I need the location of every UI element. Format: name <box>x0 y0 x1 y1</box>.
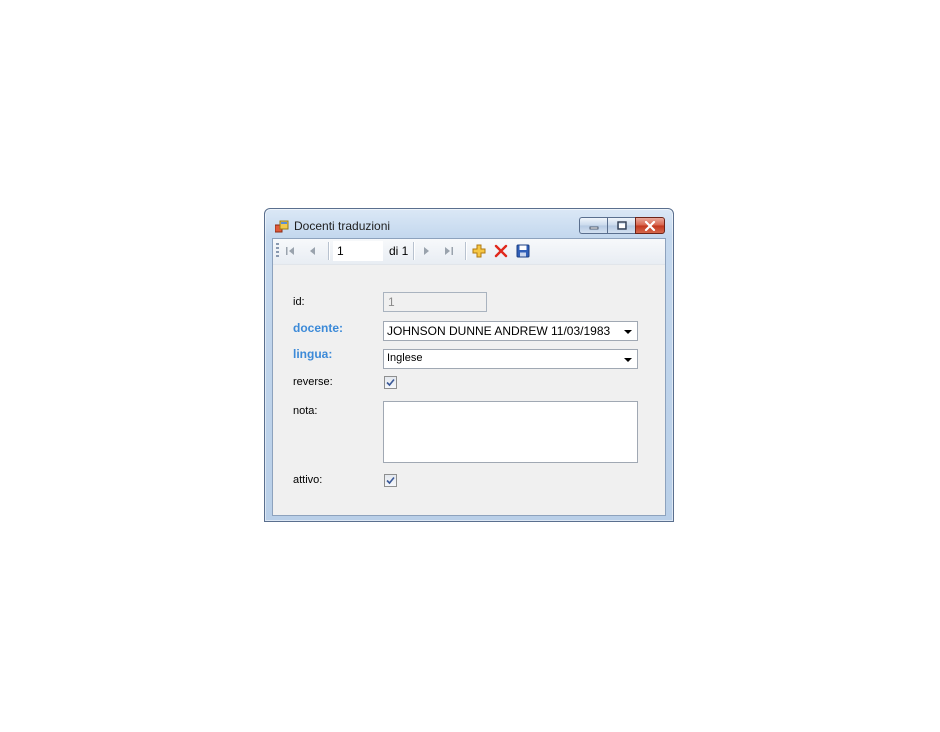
move-previous-button[interactable] <box>304 243 322 259</box>
position-input[interactable] <box>333 241 383 261</box>
nota-label: nota: <box>293 405 318 417</box>
window-title: Docenti traduzioni <box>294 219 391 233</box>
form-client-area: di 1 id: 1 docente: JOHNSON DUNNE ANDREW <box>272 238 666 516</box>
docente-label: docente: <box>293 321 344 335</box>
add-new-icon <box>472 244 486 258</box>
lingua-value: Inglese <box>387 352 423 364</box>
count-label: di 1 <box>389 244 409 258</box>
move-last-icon <box>445 247 453 255</box>
add-new-button[interactable] <box>470 243 488 259</box>
docente-value: JOHNSON DUNNE ANDREW 11/03/1983 <box>387 324 611 338</box>
checkmark-icon <box>386 476 395 485</box>
move-next-button[interactable] <box>417 243 435 259</box>
move-next-icon <box>424 247 429 255</box>
move-first-button[interactable] <box>281 243 299 259</box>
lingua-label: lingua: <box>293 347 333 361</box>
move-previous-icon <box>310 247 315 255</box>
checkmark-icon <box>386 378 395 387</box>
toolstrip-separator <box>465 242 467 260</box>
delete-button[interactable] <box>492 243 510 259</box>
attivo-checkbox[interactable] <box>384 474 397 487</box>
docente-combobox[interactable]: JOHNSON DUNNE ANDREW 11/03/1983 <box>383 321 638 341</box>
dropdown-arrow-icon[interactable] <box>624 330 632 334</box>
app-icon <box>275 220 289 233</box>
move-first-icon <box>286 247 294 255</box>
delete-icon <box>494 244 508 258</box>
minimize-button[interactable] <box>579 217 607 234</box>
title-bar[interactable]: Docenti traduzioni <box>265 209 673 239</box>
attivo-label: attivo: <box>293 474 323 486</box>
close-icon <box>644 220 656 231</box>
nota-textarea[interactable] <box>383 401 638 463</box>
save-icon <box>516 244 530 258</box>
close-button[interactable] <box>635 217 665 234</box>
maximize-icon <box>616 221 627 230</box>
caption-buttons <box>579 217 665 235</box>
toolstrip-separator <box>413 242 415 260</box>
id-label: id: <box>293 296 305 308</box>
toolstrip-separator <box>328 242 330 260</box>
move-last-button[interactable] <box>440 243 458 259</box>
form-window: Docenti traduzioni di 1 <box>264 208 674 522</box>
toolstrip-grip[interactable] <box>276 243 279 259</box>
save-button[interactable] <box>514 243 532 259</box>
minimize-icon <box>589 226 598 229</box>
reverse-label: reverse: <box>293 376 333 388</box>
binding-navigator: di 1 <box>273 239 665 265</box>
dropdown-arrow-icon[interactable] <box>624 358 632 362</box>
id-field: 1 <box>383 292 487 312</box>
lingua-combobox[interactable]: Inglese <box>383 349 638 369</box>
reverse-checkbox[interactable] <box>384 376 397 389</box>
maximize-button[interactable] <box>607 217 635 234</box>
